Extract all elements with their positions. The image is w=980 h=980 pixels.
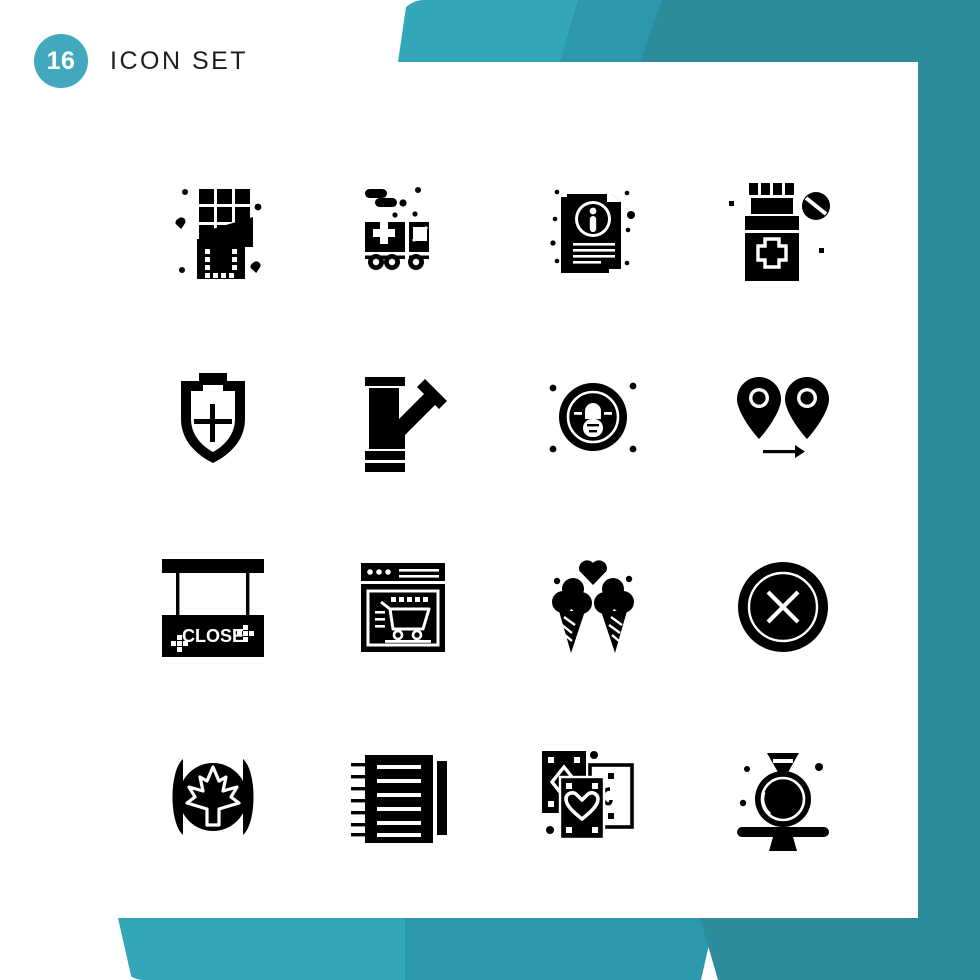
icon-cell-1[interactable] <box>118 132 308 322</box>
icon-cell-9[interactable]: CLOSE <box>118 512 308 702</box>
icon-cell-3[interactable] <box>498 132 688 322</box>
page-title: Icon Set <box>110 46 249 75</box>
close-sign-text: CLOSE <box>182 626 244 646</box>
lock-badge-icon <box>549 382 637 453</box>
icon-grid: CLOSE <box>118 132 878 892</box>
map-pins-route-icon <box>737 377 829 458</box>
icon-cell-15[interactable] <box>498 702 688 892</box>
icon-cell-4[interactable] <box>688 132 878 322</box>
info-document-icon <box>550 189 635 273</box>
cancel-circle-icon <box>738 562 828 652</box>
icon-cell-14[interactable] <box>308 702 498 892</box>
right-ribbon <box>918 0 980 922</box>
icon-cell-16[interactable] <box>688 702 878 892</box>
bottom-ribbon-mid <box>405 918 715 980</box>
icon-cell-5[interactable] <box>118 322 308 512</box>
ice-cream-cones-icon <box>552 560 634 653</box>
icon-cell-7[interactable] <box>498 322 688 512</box>
bottom-ribbon-light <box>118 918 418 980</box>
ambulance-icon <box>365 187 429 270</box>
icon-count-badge: 16 <box>34 34 88 88</box>
diamond-ring-icon <box>737 753 829 851</box>
pipe-joint-icon <box>365 377 447 472</box>
maple-leaf-emblem-icon <box>172 759 254 835</box>
bottom-ribbon-dark <box>700 918 980 980</box>
icon-cell-8[interactable] <box>688 322 878 512</box>
chocolate-bar-icon <box>175 189 262 279</box>
icon-cell-11[interactable] <box>498 512 688 702</box>
shield-plus-icon <box>181 373 245 463</box>
close-sign-icon: CLOSE <box>162 559 264 657</box>
spiral-notebook-icon <box>351 755 447 843</box>
icon-cell-6[interactable] <box>308 322 498 512</box>
icon-set-poster: 16 Icon Set <box>0 0 980 980</box>
online-shopping-icon <box>361 563 445 652</box>
icon-cell-12[interactable] <box>688 512 878 702</box>
medicine-bottle-icon <box>729 183 830 281</box>
poster-header: 16 Icon Set <box>34 34 248 88</box>
icon-cell-10[interactable] <box>308 512 498 702</box>
icon-cell-13[interactable] <box>118 702 308 892</box>
playing-cards-icon <box>542 751 634 841</box>
icon-cell-2[interactable] <box>308 132 498 322</box>
